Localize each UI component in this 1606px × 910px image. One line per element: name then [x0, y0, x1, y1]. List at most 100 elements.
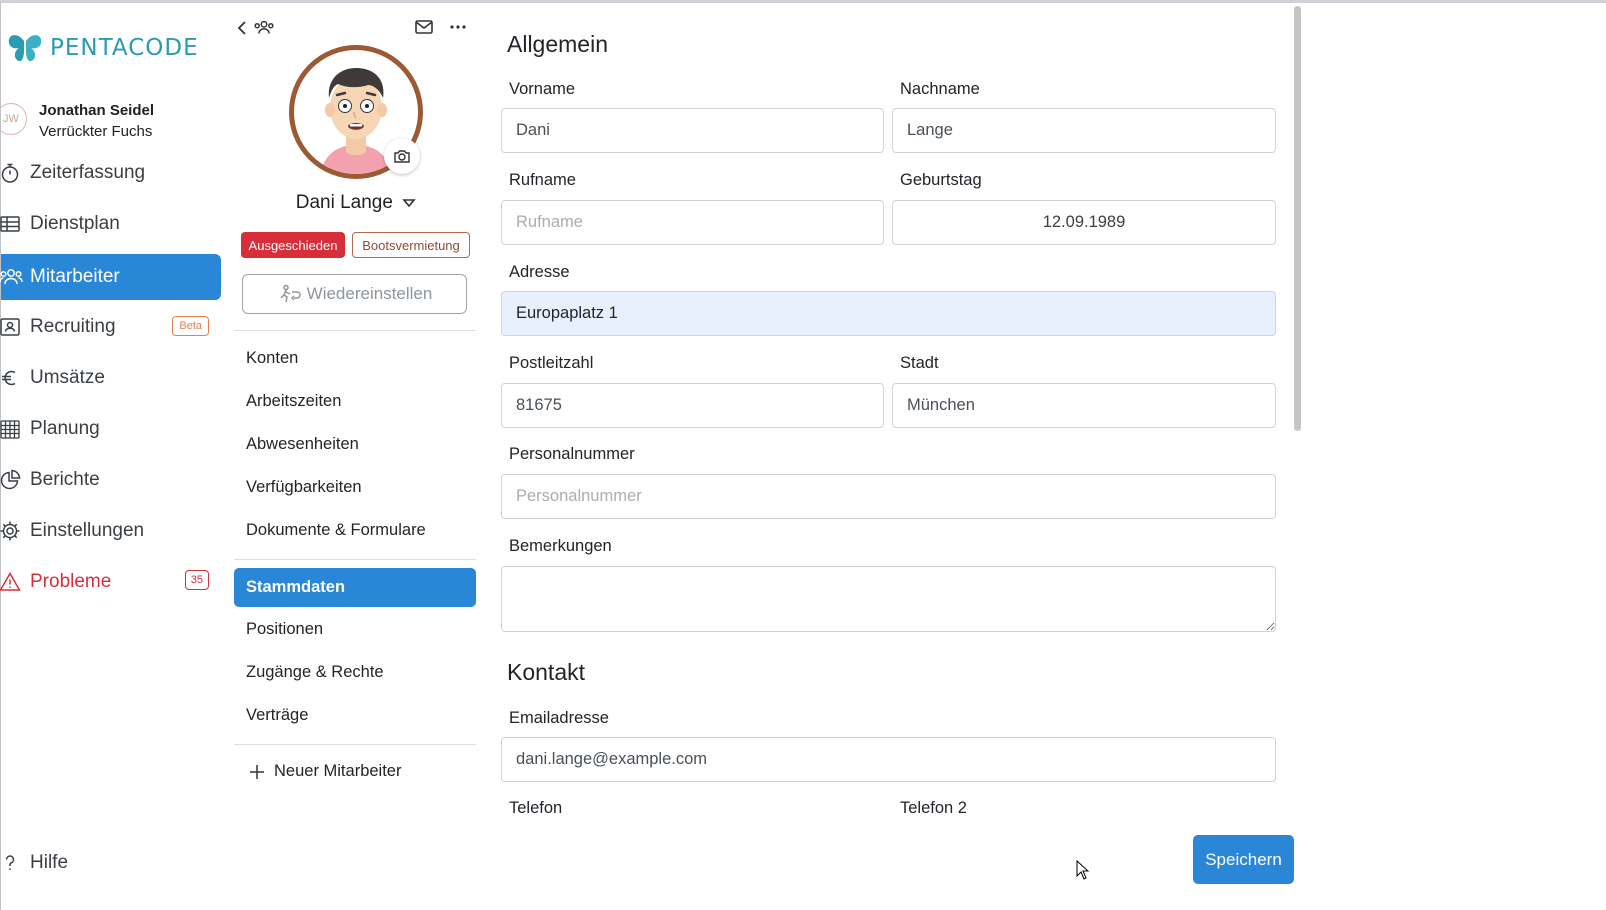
sidebar-item-zeiterfassung[interactable]: Zeiterfassung: [1, 150, 221, 196]
telefon-label: Telefon: [509, 799, 563, 817]
envelope-icon: [415, 20, 433, 34]
stadt-input[interactable]: [892, 383, 1276, 428]
sidebar-item-label: Recruiting: [30, 316, 116, 337]
sidebar-item-label: Planung: [30, 418, 100, 439]
status-badge: Ausgeschieden: [241, 232, 345, 258]
nachname-input[interactable]: [892, 108, 1276, 153]
menu-item-arbeitszeiten[interactable]: Arbeitszeiten: [234, 382, 476, 421]
menu-item-abwesenheiten[interactable]: Abwesenheiten: [234, 425, 476, 464]
adresse-label: Adresse: [509, 263, 570, 281]
bemerkungen-textarea[interactable]: [501, 566, 1276, 632]
brand-name: PENTACODE: [50, 35, 199, 61]
calendar-grid-icon: [0, 418, 25, 440]
sidebar-item-einstellungen[interactable]: Einstellungen: [0, 508, 221, 554]
geburtstag-label: Geburtstag: [900, 171, 982, 189]
caret-down-icon: [402, 199, 416, 208]
menu-item-verfuegbarkeiten[interactable]: Verfügbarkeiten: [234, 468, 476, 507]
table-icon: [0, 213, 25, 235]
email-label: Emailadresse: [509, 709, 609, 727]
menu-item-konten[interactable]: Konten: [234, 339, 476, 378]
plus-icon: [250, 764, 264, 779]
email-button[interactable]: [414, 18, 434, 36]
mouse-cursor-icon: [1076, 860, 1090, 880]
section-title-general: Allgemein: [507, 31, 608, 57]
sidebar-item-umsaetze[interactable]: Umsätze: [1, 355, 221, 401]
menu-divider: [234, 744, 476, 745]
pie-chart-icon: [0, 469, 25, 491]
adresse-input[interactable]: [501, 291, 1276, 336]
menu-divider: [234, 330, 476, 331]
department-badge: Bootsvermietung: [352, 232, 470, 258]
email-input[interactable]: [501, 737, 1276, 782]
master-data-form: Allgemein Vorname Nachname Rufname Gebur…: [500, 3, 1280, 910]
sidebar-item-berichte[interactable]: Berichte: [0, 457, 221, 503]
user-team: Verrückter Fuchs: [39, 123, 153, 140]
back-to-list-button[interactable]: [237, 18, 275, 38]
user-name: Jonathan Seidel: [39, 102, 155, 119]
people-icon: [0, 266, 25, 288]
employee-name: Dani Lange: [295, 192, 393, 213]
sidebar-item-hilfe[interactable]: Hilfe: [1, 840, 221, 886]
rufname-label: Rufname: [509, 171, 576, 189]
beta-badge: Beta: [172, 316, 209, 336]
sidebar-item-dienstplan[interactable]: Dienstplan: [0, 201, 221, 247]
sidebar: PENTACODE JW Jonathan Seidel Verrückter …: [0, 3, 222, 910]
sidebar-item-label: Berichte: [30, 469, 100, 490]
butterfly-logo-icon: [8, 35, 42, 62]
vorname-label: Vorname: [509, 80, 576, 98]
problem-count-badge: 35: [184, 570, 209, 590]
vorname-input[interactable]: [501, 108, 884, 153]
save-button[interactable]: Speichern: [1193, 835, 1294, 884]
menu-item-dokumente[interactable]: Dokumente & Formulare: [234, 511, 476, 550]
people-icon: [254, 20, 274, 34]
sidebar-item-label: Umsätze: [30, 367, 105, 388]
person-return-icon: [280, 284, 301, 303]
menu-divider: [234, 559, 476, 560]
new-employee-button[interactable]: Neuer Mitarbeiter: [234, 752, 476, 791]
rehire-button[interactable]: Wiedereinstellen: [242, 274, 467, 314]
new-employee-label: Neuer Mitarbeiter: [274, 762, 402, 780]
euro-icon: [0, 367, 25, 389]
sidebar-item-planung[interactable]: Planung: [0, 406, 221, 452]
sidebar-item-label: Hilfe: [30, 852, 69, 873]
nachname-label: Nachname: [900, 80, 980, 98]
geburtstag-input[interactable]: [892, 200, 1276, 245]
postleitzahl-label: Postleitzahl: [509, 354, 594, 372]
stopwatch-icon: [0, 162, 25, 184]
stadt-label: Stadt: [900, 354, 939, 372]
camera-icon: [394, 150, 410, 163]
brand-logo[interactable]: PENTACODE: [7, 33, 199, 63]
form-scrollbar[interactable]: [1294, 6, 1301, 431]
menu-item-stammdaten[interactable]: Stammdaten: [234, 568, 476, 607]
sidebar-item-label: Einstellungen: [30, 520, 145, 541]
menu-item-vertraege[interactable]: Verträge: [234, 696, 476, 735]
rehire-label: Wiedereinstellen: [306, 284, 433, 303]
personalnummer-label: Personalnummer: [509, 445, 635, 463]
sidebar-item-mitarbeiter[interactable]: Mitarbeiter: [0, 254, 221, 300]
personalnummer-input[interactable]: [501, 474, 1276, 519]
section-title-contact: Kontakt: [507, 659, 585, 685]
avatar: JW: [0, 103, 27, 135]
warning-icon: [0, 571, 25, 593]
more-horizontal-icon: [450, 25, 466, 29]
sidebar-item-probleme[interactable]: Probleme 35: [0, 559, 221, 605]
employee-name-dropdown[interactable]: Dani Lange: [234, 192, 478, 214]
employee-profile-panel: Dani Lange Ausgeschieden Bootsvermietung…: [234, 3, 478, 910]
rufname-input[interactable]: [501, 200, 884, 245]
id-card-icon: [0, 316, 25, 338]
bemerkungen-label: Bemerkungen: [509, 537, 612, 555]
postleitzahl-input[interactable]: [501, 383, 884, 428]
menu-item-positionen[interactable]: Positionen: [234, 610, 476, 649]
change-photo-button[interactable]: [384, 138, 420, 174]
more-options-button[interactable]: [449, 18, 467, 36]
sidebar-item-label: Dienstplan: [30, 213, 120, 234]
current-user[interactable]: JW Jonathan Seidel Verrückter Fuchs: [0, 98, 223, 142]
chevron-left-icon: [237, 21, 246, 35]
gear-icon: [0, 520, 25, 542]
sidebar-item-recruiting[interactable]: Recruiting Beta: [0, 304, 221, 350]
sidebar-item-label: Probleme: [30, 571, 112, 592]
telefon2-label: Telefon 2: [900, 799, 967, 817]
menu-item-zugaenge-rechte[interactable]: Zugänge & Rechte: [234, 653, 476, 692]
sidebar-item-label: Mitarbeiter: [30, 266, 120, 287]
question-icon: [0, 852, 25, 874]
